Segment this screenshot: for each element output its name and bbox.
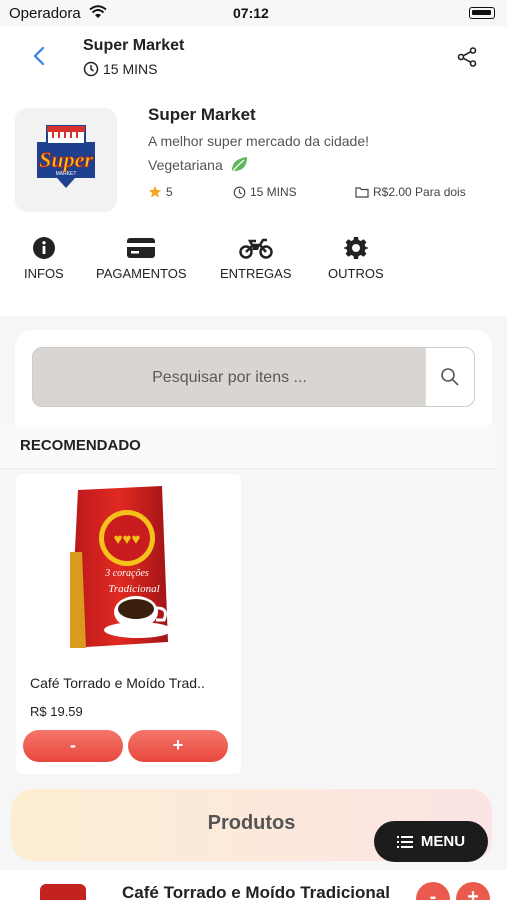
list-item-thumbnail — [40, 884, 86, 900]
gear-icon — [343, 237, 368, 259]
search-input[interactable]: Pesquisar por itens ... — [32, 347, 475, 407]
header-delivery-time: 15 MINS — [83, 61, 157, 77]
store-type: Vegetariana — [148, 155, 249, 175]
store-description: A melhor super mercado da cidade! — [148, 133, 370, 149]
search-icon — [441, 368, 459, 386]
store-price: R$2.00 Para dois — [355, 185, 466, 199]
store-tabs: INFOS PAGAMENTOS ENTREGAS OUTROS — [0, 236, 507, 296]
tab-pagamentos-label: PAGAMENTOS — [96, 266, 187, 281]
coffee-package-image: ♥♥♥ 3 corações Tradicional — [70, 486, 172, 648]
list-item[interactable]: Café Torrado e Moído Tradicional - + — [0, 870, 507, 900]
delivery-time-value: 15 MINS — [250, 185, 297, 199]
tab-infos[interactable]: INFOS — [24, 236, 64, 281]
store-rating: 5 — [148, 185, 173, 199]
product-price: R$ 19.59 — [30, 704, 83, 719]
increase-quantity-button[interactable]: + — [128, 730, 228, 762]
tab-entregas-label: ENTREGAS — [220, 266, 292, 281]
top-bar: Super Market 15 MINS — [0, 26, 507, 86]
clock-icon — [83, 61, 99, 77]
recommended-section-header: RECOMENDADO — [0, 425, 497, 469]
store-name: Super Market — [148, 105, 256, 124]
tab-pagamentos[interactable]: PAGAMENTOS — [96, 236, 187, 281]
svg-text:♥♥♥: ♥♥♥ — [114, 531, 141, 548]
wifi-icon — [89, 5, 107, 18]
search-button[interactable] — [425, 348, 474, 406]
clock: 07:12 — [233, 5, 269, 21]
list-decrease-button[interactable]: - — [416, 882, 450, 900]
search-card: Pesquisar por itens ... — [15, 330, 492, 425]
motorcycle-icon — [239, 238, 273, 259]
svg-text:Tradicional: Tradicional — [108, 583, 159, 595]
back-chevron-icon[interactable] — [28, 44, 52, 68]
list-item-name: Café Torrado e Moído Tradicional — [122, 883, 390, 900]
rating-value: 5 — [166, 185, 173, 199]
product-card[interactable]: ♥♥♥ 3 corações Tradicional Café Torrado … — [16, 474, 241, 774]
menu-button[interactable]: MENU — [374, 821, 488, 862]
store-delivery-time: 15 MINS — [233, 185, 297, 199]
tab-entregas[interactable]: ENTREGAS — [220, 236, 292, 281]
price-value: R$2.00 Para dois — [373, 185, 466, 199]
store-type-label: Vegetariana — [148, 157, 223, 173]
status-bar: Operadora 07:12 — [0, 0, 507, 26]
svg-text:3 corações: 3 corações — [104, 568, 149, 579]
section-title: RECOMENDADO — [20, 437, 141, 454]
tab-outros[interactable]: OUTROS — [328, 236, 384, 281]
list-icon — [396, 835, 413, 848]
battery-icon — [469, 7, 495, 19]
list-increase-button[interactable]: + — [456, 882, 490, 900]
product-name: Café Torrado e Moído Trad.. — [30, 675, 205, 691]
card-icon — [127, 238, 156, 258]
carrier-label: Operadora — [9, 5, 81, 22]
super-logo-icon: Super MARKET — [37, 125, 95, 188]
clock-icon — [233, 186, 246, 198]
folder-icon — [355, 187, 369, 198]
header-title: Super Market — [83, 37, 185, 54]
info-icon — [32, 237, 55, 259]
header-time-label: 15 MINS — [103, 61, 158, 77]
tab-infos-label: INFOS — [24, 266, 64, 281]
share-icon[interactable] — [456, 46, 478, 68]
decrease-quantity-button[interactable]: - — [23, 730, 123, 762]
search-placeholder: Pesquisar por itens ... — [152, 369, 307, 386]
leaf-icon — [231, 157, 247, 173]
tab-outros-label: OUTROS — [328, 266, 384, 281]
store-logo: Super MARKET — [15, 108, 117, 212]
menu-button-label: MENU — [420, 833, 466, 850]
logo-text: Super — [39, 147, 93, 172]
svg-text:MARKET: MARKET — [56, 171, 77, 177]
star-icon — [148, 185, 162, 198]
